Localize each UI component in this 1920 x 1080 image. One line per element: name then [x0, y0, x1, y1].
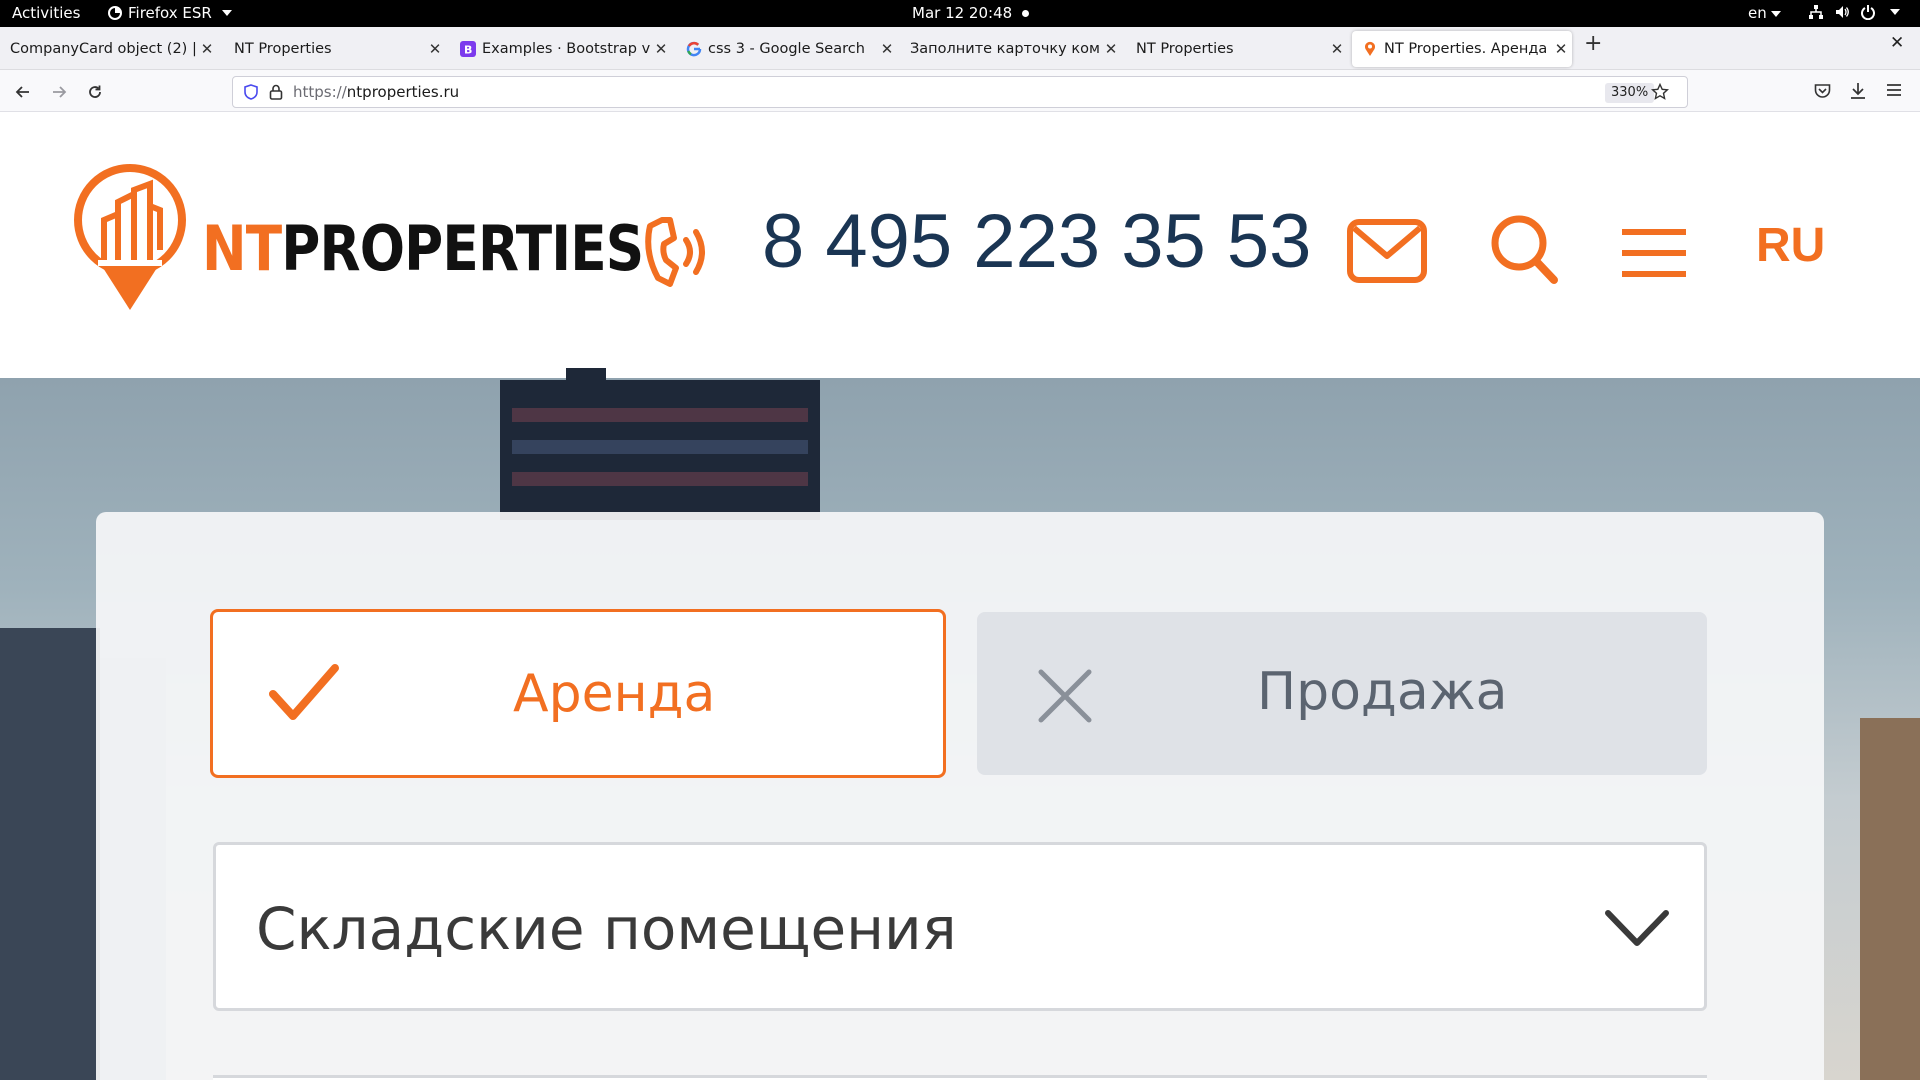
tab-label: CompanyCard object (2) | Cha: [10, 41, 196, 57]
property-type-select[interactable]: Складские помещения: [213, 842, 1707, 1011]
tab-strip: CompanyCard object (2) | Cha ✕ NT Proper…: [0, 27, 1920, 70]
app-menu[interactable]: Firefox ESR: [108, 4, 232, 22]
activities-button[interactable]: Activities: [12, 4, 80, 22]
input-language-label: en: [1748, 4, 1767, 22]
logo-properties: PROPERTIES: [281, 212, 644, 285]
rent-label: Аренда: [513, 664, 716, 724]
svg-text:B: B: [464, 44, 472, 57]
tab-label: css 3 - Google Search: [708, 41, 865, 57]
logo-pin-icon[interactable]: [68, 164, 192, 312]
tab-label: NT Properties: [234, 41, 332, 57]
tab-label: NT Properties. Аренда и: [1384, 41, 1550, 57]
site-header: NTPROPERTIES 8 495 223 35 53 RU: [0, 112, 1920, 378]
close-tab-icon[interactable]: ✕: [1550, 40, 1572, 58]
pocket-icon[interactable]: [1814, 83, 1831, 99]
menu-icon[interactable]: [1620, 228, 1688, 278]
google-icon: [686, 41, 702, 57]
language-switcher[interactable]: RU: [1756, 218, 1825, 273]
forward-button[interactable]: [46, 79, 72, 105]
tab-company-card[interactable]: CompanyCard object (2) | Cha ✕: [0, 31, 218, 67]
notification-dot-icon: [1022, 10, 1029, 17]
caret-down-icon: [1770, 10, 1781, 17]
building-right: [1860, 718, 1920, 1080]
close-tab-icon[interactable]: ✕: [196, 40, 218, 58]
tab-bootstrap[interactable]: B Examples · Bootstrap v5.3 ✕: [450, 31, 672, 67]
cross-icon: [1038, 669, 1092, 723]
logo-wordmark[interactable]: NTPROPERTIES: [202, 212, 644, 285]
rent-toggle-button[interactable]: Аренда: [210, 609, 946, 778]
lock-icon[interactable]: [269, 84, 283, 100]
new-tab-button[interactable]: +: [1584, 31, 1602, 56]
building-antenna: [566, 368, 606, 384]
building-window-band: [512, 408, 808, 422]
tab-label: Заполните карточку компании: [910, 41, 1100, 57]
page-viewport: NTPROPERTIES 8 495 223 35 53 RU Аренда П…: [0, 112, 1920, 1080]
close-tab-icon[interactable]: ✕: [650, 40, 672, 58]
phone-number-link[interactable]: 8 495 223 35 53: [762, 198, 1311, 285]
hamburger-menu-icon[interactable]: [1886, 83, 1902, 97]
back-arrow-icon: [15, 86, 29, 98]
firefox-app-icon: [108, 6, 122, 20]
tab-nt-properties-1[interactable]: NT Properties ✕: [224, 31, 446, 67]
next-field-top-edge[interactable]: [213, 1075, 1707, 1080]
back-button[interactable]: [10, 79, 36, 105]
clock[interactable]: Mar 12 20:48: [912, 4, 1012, 22]
caret-down-icon: [1890, 9, 1900, 15]
mail-icon[interactable]: [1346, 218, 1428, 284]
system-menu[interactable]: [1808, 4, 1900, 20]
close-window-icon[interactable]: ✕: [1890, 33, 1904, 53]
url-host: ntproperties.ru: [346, 83, 460, 101]
search-icon[interactable]: [1490, 214, 1560, 286]
app-name: Firefox ESR: [128, 4, 212, 22]
url-text[interactable]: https://ntproperties.ru: [293, 83, 459, 101]
power-icon: [1861, 5, 1875, 20]
building-window-band: [512, 472, 808, 486]
close-tab-icon[interactable]: ✕: [876, 40, 898, 58]
phone-icon[interactable]: [642, 212, 720, 292]
network-icon: [1809, 5, 1823, 19]
property-type-value: Складские помещения: [256, 895, 957, 963]
system-top-bar: Activities Firefox ESR Mar 12 20:48 en: [0, 0, 1920, 27]
tab-google-search[interactable]: css 3 - Google Search ✕: [676, 31, 898, 67]
forward-arrow-icon: [53, 86, 67, 98]
input-language[interactable]: en: [1748, 4, 1781, 22]
check-icon: [269, 664, 339, 720]
zoom-level-button[interactable]: 330%: [1605, 83, 1655, 103]
close-tab-icon[interactable]: ✕: [1326, 40, 1348, 58]
bootstrap-icon: B: [460, 41, 476, 57]
close-tab-icon[interactable]: ✕: [1100, 40, 1122, 58]
chevron-down-icon: [1605, 910, 1669, 946]
logo-nt: NT: [202, 212, 282, 285]
address-bar[interactable]: https://ntproperties.ru 330%: [232, 76, 1688, 108]
reload-button[interactable]: [82, 79, 108, 105]
ntp-pin-icon: [1362, 41, 1378, 57]
reload-icon: [89, 85, 101, 98]
sale-toggle-button[interactable]: Продажа: [977, 612, 1707, 775]
tab-company-form[interactable]: Заполните карточку компании ✕: [900, 31, 1122, 67]
building-left: [0, 628, 100, 1080]
shield-icon[interactable]: [243, 84, 259, 100]
caret-down-icon: [221, 10, 232, 16]
close-tab-icon[interactable]: ✕: [424, 40, 446, 58]
sale-label: Продажа: [1257, 662, 1508, 722]
downloads-icon[interactable]: [1850, 82, 1866, 100]
tab-label: Examples · Bootstrap v5.3: [482, 41, 650, 57]
volume-icon: [1836, 6, 1849, 18]
tab-label: NT Properties: [1136, 41, 1234, 57]
building-window-band: [512, 440, 808, 454]
tab-nt-properties-active[interactable]: NT Properties. Аренда и ✕: [1352, 31, 1572, 67]
navigation-bar: https://ntproperties.ru 330%: [0, 70, 1920, 112]
bookmark-star-icon[interactable]: [1651, 83, 1669, 101]
tab-nt-properties-2[interactable]: NT Properties ✕: [1126, 31, 1348, 67]
url-scheme: https://: [293, 83, 347, 101]
